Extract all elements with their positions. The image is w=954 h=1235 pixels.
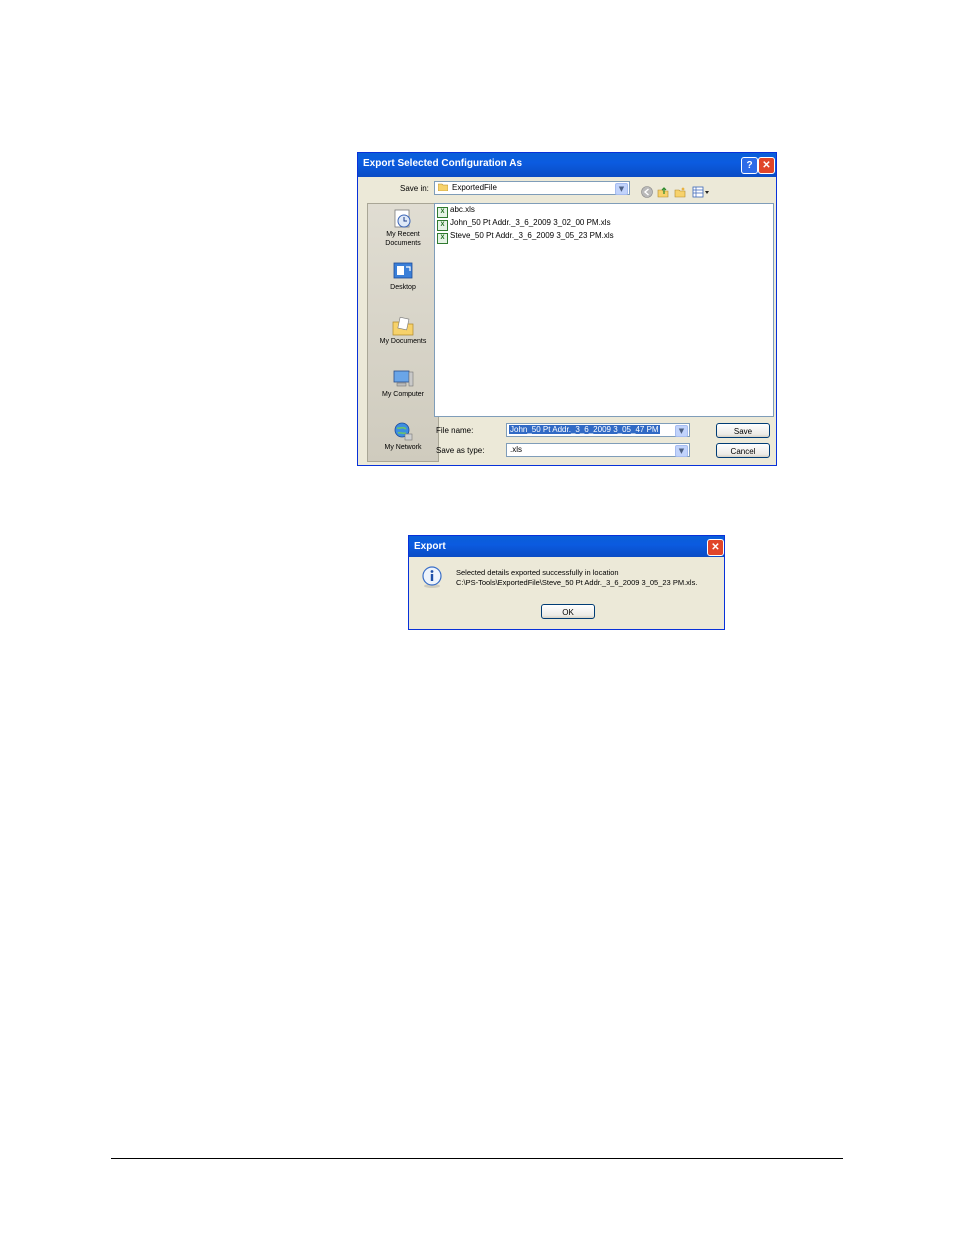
help-button[interactable]: ?	[741, 157, 758, 174]
place-label: Desktop	[390, 284, 416, 291]
info-icon	[421, 566, 443, 588]
back-icon[interactable]	[641, 183, 653, 198]
cancel-button[interactable]: Cancel	[716, 443, 770, 458]
desktop-icon	[391, 261, 415, 283]
excel-file-icon: X	[437, 233, 448, 244]
file-name: abc.xls	[450, 205, 475, 214]
export-message-box: Export ✕ Selected details exported succe…	[408, 535, 725, 630]
save-as-type-value: .xls	[510, 445, 522, 454]
dialog-titlebar[interactable]: Export Selected Configuration As ? ✕	[358, 153, 776, 177]
place-label: My Documents	[379, 338, 427, 345]
message-titlebar[interactable]: Export ✕	[409, 536, 724, 557]
my-computer-icon	[391, 368, 415, 390]
place-my-computer[interactable]: My Computer	[368, 368, 438, 399]
file-name-label: File name:	[436, 426, 474, 435]
file-name: Steve_50 Pt Addr._3_6_2009 3_05_23 PM.xl…	[450, 231, 614, 240]
file-list[interactable]: Xabc.xls X John_50 Pt Addr._3_6_2009 3_02…	[434, 203, 774, 417]
list-item[interactable]: Xabc.xls	[437, 205, 475, 218]
place-label: My Network	[384, 444, 422, 451]
chevron-down-icon[interactable]: ▼	[615, 183, 628, 195]
ok-button[interactable]: OK	[541, 604, 595, 619]
save-as-type-label: Save as type:	[436, 446, 485, 455]
list-item[interactable]: X Steve_50 Pt Addr._3_6_2009 3_05_23 PM.x…	[437, 231, 614, 244]
excel-file-icon: X	[437, 207, 448, 218]
close-button[interactable]: ✕	[758, 157, 775, 174]
excel-file-icon: X	[437, 220, 448, 231]
file-name-value: John_50 Pt Addr._3_6_2009 3_05_47 PM	[509, 425, 660, 434]
my-network-icon	[391, 421, 415, 443]
up-folder-icon[interactable]	[657, 183, 669, 198]
chevron-down-icon[interactable]: ▼	[675, 445, 688, 457]
recent-documents-icon	[391, 208, 415, 230]
dialog-title: Export Selected Configuration As	[363, 158, 523, 169]
chevron-down-icon[interactable]: ▼	[675, 425, 688, 437]
footer-rule	[111, 1158, 843, 1159]
places-bar: My Recent Documents Desktop My Documents…	[367, 203, 439, 462]
place-label: My Recent Documents	[385, 231, 421, 247]
save-in-dropdown[interactable]: ExportedFile ▼	[434, 181, 630, 195]
file-name: John_50 Pt Addr._3_6_2009 3_02_00 PM.xls	[450, 218, 611, 227]
my-documents-icon	[391, 315, 415, 337]
new-folder-icon[interactable]	[674, 183, 686, 198]
place-desktop[interactable]: Desktop	[368, 261, 438, 292]
save-button[interactable]: Save	[716, 423, 770, 438]
place-my-documents[interactable]: My Documents	[368, 315, 438, 346]
message-title: Export	[414, 541, 446, 552]
place-my-network[interactable]: My Network	[368, 421, 438, 452]
message-line-1: Selected details exported successfully i…	[456, 568, 619, 577]
export-save-dialog: Export Selected Configuration As ? ✕ Sav…	[357, 152, 777, 466]
list-item[interactable]: X John_50 Pt Addr._3_6_2009 3_02_00 PM.xl…	[437, 218, 611, 231]
message-line-2: C:\PS-Tools\ExportedFile\Steve_50 Pt Add…	[456, 578, 698, 587]
views-menu-icon[interactable]	[692, 183, 710, 198]
save-in-value: ExportedFile	[452, 183, 497, 192]
folder-icon	[437, 183, 449, 193]
place-label: My Computer	[381, 391, 424, 398]
place-my-recent-documents[interactable]: My Recent Documents	[368, 208, 438, 248]
close-button[interactable]: ✕	[707, 539, 724, 556]
save-as-type-dropdown[interactable]: .xls ▼	[506, 443, 690, 457]
file-name-field[interactable]: John_50 Pt Addr._3_6_2009 3_05_47 PM ▼	[506, 423, 690, 437]
save-in-label: Save in:	[400, 184, 429, 193]
